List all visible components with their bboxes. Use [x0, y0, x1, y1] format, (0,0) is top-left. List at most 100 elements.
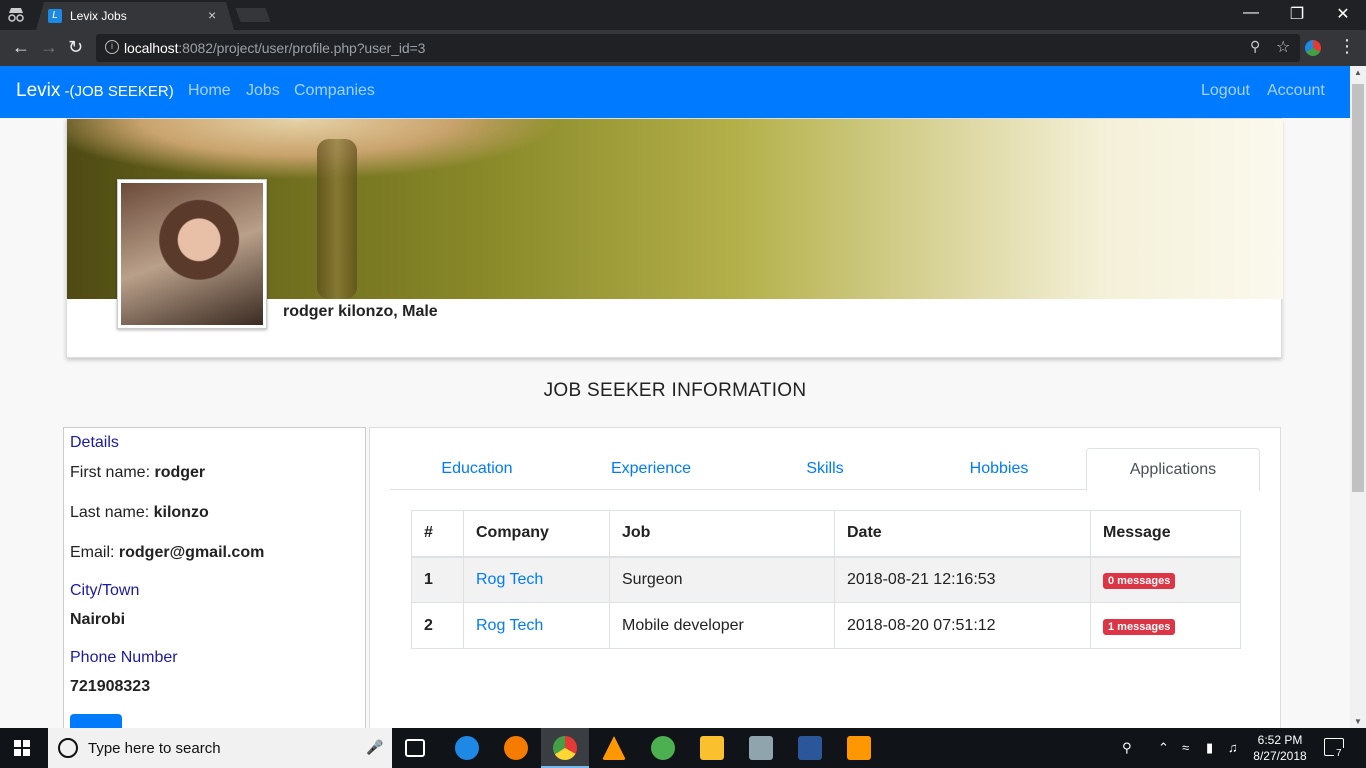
back-arrow-icon[interactable]: ← [12, 37, 30, 58]
scrollbar-thumb[interactable] [1352, 84, 1364, 492]
info-tabs-card: Education Experience Skills Hobbies Appl… [369, 427, 1281, 728]
phone-heading: Phone Number [70, 649, 178, 666]
tab-close-icon[interactable]: × [208, 7, 216, 23]
browser-tab-strip: L Levix Jobs × — ❐ ✕ [0, 0, 1366, 30]
company-cell: Rog Tech [463, 602, 610, 649]
message-cell: 0 messages [1090, 556, 1241, 603]
people-icon[interactable]: ⚲ [1122, 740, 1132, 756]
word-icon[interactable] [798, 736, 822, 760]
nav-link-account[interactable]: Account [1267, 82, 1325, 100]
close-window-button[interactable]: ✕ [1320, 4, 1366, 24]
minimize-button[interactable]: — [1228, 4, 1274, 22]
details-card: Details First name: rodger Last name: ki… [63, 427, 366, 728]
notification-count: 7 [1334, 748, 1344, 759]
job-cell: Surgeon [609, 556, 835, 603]
header-job: Job [609, 510, 835, 558]
show-hidden-icons-chevron-icon[interactable]: ⌃ [1158, 740, 1169, 756]
messages-badge[interactable]: 1 messages [1103, 618, 1176, 635]
site-info-icon[interactable]: i [105, 40, 119, 54]
cortana-icon [58, 738, 78, 758]
tab-applications[interactable]: Applications [1086, 448, 1260, 491]
city-value: Nairobi [70, 611, 126, 628]
profile-name: rodger kilonzo, Male [283, 303, 438, 320]
clock-date: 8/27/2018 [1253, 749, 1307, 763]
header-date: Date [834, 510, 1091, 558]
page-scrollbar[interactable]: ▲ ▼ [1350, 66, 1366, 728]
date-cell: 2018-08-21 12:16:53 [834, 556, 1091, 603]
job-cell: Mobile developer [609, 602, 835, 649]
nav-link-companies[interactable]: Companies [294, 82, 375, 100]
browser-menu-icon[interactable]: ⋮ [1338, 36, 1356, 57]
company-link[interactable]: Rog Tech [476, 617, 543, 634]
city-heading: City/Town [70, 582, 140, 599]
tab-education[interactable]: Education [390, 448, 564, 490]
row-number: 2 [411, 602, 464, 649]
details-heading: Details [70, 434, 119, 451]
windows-start-icon[interactable] [14, 740, 30, 756]
cover-mushroom-stem [317, 139, 357, 299]
browser-tab-title: Levix Jobs [70, 9, 127, 23]
search-app-icon[interactable] [504, 736, 528, 760]
avatar [117, 179, 267, 329]
top-navbar: Levix -(JOB SEEKER) Home Jobs Companies … [0, 66, 1350, 118]
avatar-photo [121, 183, 263, 325]
restore-button[interactable]: ❐ [1274, 4, 1320, 24]
new-tab-button[interactable] [235, 8, 271, 22]
nav-link-jobs[interactable]: Jobs [246, 82, 280, 100]
address-bar[interactable]: i localhost:8082/project/user/profile.ph… [96, 34, 1300, 62]
incognito-icon [8, 8, 24, 22]
message-cell: 1 messages [1090, 602, 1241, 649]
extension-icon[interactable] [1305, 40, 1321, 56]
email-row: Email: rodger@gmail.com [70, 544, 265, 561]
windows-taskbar: Type here to search 🎤 ⚲ ⌃ ≈ ▮ ♫ 6:52 PM … [0, 728, 1366, 768]
network-globe-icon[interactable] [651, 736, 675, 760]
clock-time: 6:52 PM [1257, 733, 1303, 747]
company-link[interactable]: Rog Tech [476, 571, 543, 588]
date-cell: 2018-08-20 07:51:12 [834, 602, 1091, 649]
nav-link-logout[interactable]: Logout [1201, 82, 1250, 100]
forward-arrow-icon[interactable]: → [40, 37, 58, 58]
table-row: 1 Rog Tech Surgeon 2018-08-21 12:16:53 0… [411, 556, 1241, 603]
tab-skills[interactable]: Skills [738, 448, 912, 490]
header-number: # [411, 510, 464, 558]
applications-table: # Company Job Date Message 1 Rog Tech Su… [411, 510, 1241, 649]
tab-hobbies[interactable]: Hobbies [912, 448, 1086, 490]
profile-header-card: rodger kilonzo, Male [66, 118, 1283, 358]
header-message: Message [1090, 510, 1241, 558]
reload-icon[interactable]: ↻ [68, 37, 83, 58]
tab-experience[interactable]: Experience [564, 448, 738, 490]
info-tabs: Education Experience Skills Hobbies Appl… [390, 448, 1260, 491]
taskbar-clock[interactable]: 6:52 PM 8/27/2018 [1250, 732, 1310, 764]
browser-toolbar: ← → ↻ i localhost:8082/project/user/prof… [0, 30, 1366, 66]
last-name-row: Last name: kilonzo [70, 504, 209, 521]
table-header-row: # Company Job Date Message [411, 510, 1241, 558]
address-url: localhost:8082/project/user/profile.php?… [124, 40, 426, 56]
row-number: 1 [411, 556, 464, 603]
key-icon[interactable]: ⚲ [1250, 38, 1260, 55]
edit-button[interactable] [70, 714, 122, 728]
navbar-brand[interactable]: Levix -(JOB SEEKER) [16, 80, 174, 102]
nav-link-home[interactable]: Home [188, 82, 231, 100]
file-explorer-icon[interactable] [700, 736, 724, 760]
microphone-icon[interactable]: 🎤 [366, 739, 383, 756]
table-row: 2 Rog Tech Mobile developer 2018-08-20 0… [411, 602, 1241, 649]
messages-badge[interactable]: 0 messages [1103, 572, 1176, 589]
chrome-icon[interactable] [553, 736, 577, 760]
bookmark-star-icon[interactable]: ☆ [1276, 37, 1290, 57]
volume-icon[interactable]: ♫ [1228, 740, 1238, 755]
phone-value: 721908323 [70, 678, 151, 695]
company-cell: Rog Tech [463, 556, 610, 603]
edge-browser-icon[interactable] [455, 736, 479, 760]
computer-app-icon[interactable] [749, 736, 773, 760]
sublime-text-icon[interactable] [847, 736, 871, 760]
scroll-down-arrow-icon[interactable]: ▼ [1354, 717, 1362, 726]
wifi-icon[interactable]: ≈ [1182, 740, 1189, 755]
levix-favicon-icon: L [48, 9, 62, 23]
browser-tab[interactable]: L Levix Jobs × [36, 2, 234, 30]
vlc-icon[interactable] [602, 736, 626, 760]
battery-icon[interactable]: ▮ [1206, 740, 1213, 756]
search-placeholder: Type here to search [88, 740, 221, 757]
scroll-up-arrow-icon[interactable]: ▲ [1354, 68, 1362, 77]
taskbar-search-box[interactable]: Type here to search 🎤 [48, 728, 392, 768]
task-view-icon[interactable] [405, 739, 425, 757]
